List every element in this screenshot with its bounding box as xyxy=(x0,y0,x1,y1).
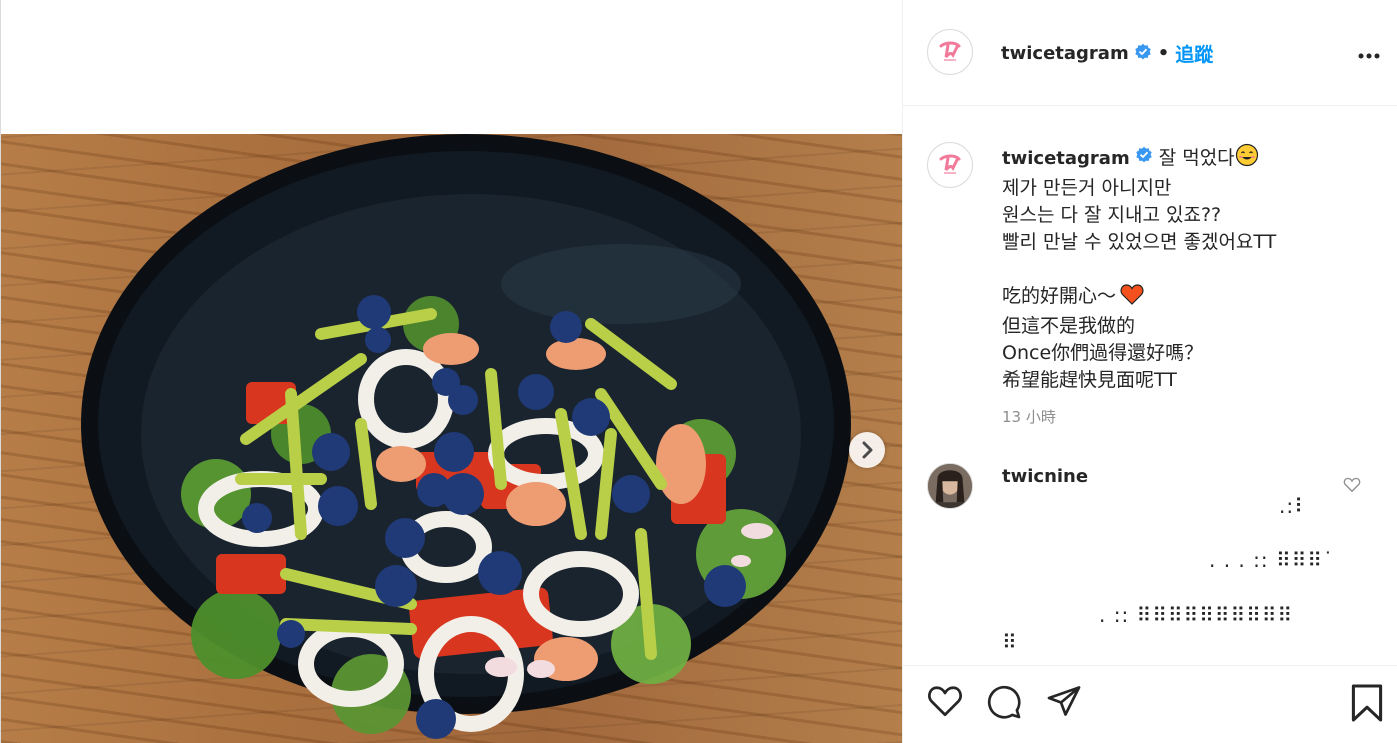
share-icon[interactable] xyxy=(1046,684,1082,722)
caption-line: 제가 만든거 아니지만 xyxy=(1002,177,1172,199)
verified-badge-icon xyxy=(1134,43,1152,65)
twice-logo-icon xyxy=(939,41,961,61)
caption-line: Once你們過得還好嗎？ xyxy=(1002,342,1204,364)
comment-icon[interactable] xyxy=(986,684,1022,724)
post-timestamp[interactable]: 13 小時 xyxy=(1002,406,1056,427)
caption-username[interactable]: twicetagram xyxy=(1002,148,1130,169)
smiling-face-emoji-icon xyxy=(1235,143,1259,175)
post-media xyxy=(0,0,902,743)
header-username[interactable]: twicetagram xyxy=(1001,43,1129,64)
comment-username[interactable]: twicnine xyxy=(1002,466,1088,487)
caption-line-heart: 吃的好開心～ xyxy=(1002,283,1372,313)
avatar[interactable] xyxy=(927,29,973,75)
twice-logo-icon xyxy=(939,154,961,174)
post-caption: twicetagram 잘 먹었다 제가 만든거 아니지만 원스는 다 잘 지내고… xyxy=(1002,143,1372,394)
like-icon[interactable] xyxy=(927,684,963,721)
caption-line xyxy=(1002,256,1372,283)
user-photo-icon xyxy=(928,464,972,508)
caption-line-first: twicetagram 잘 먹었다 xyxy=(1002,143,1372,175)
caption-avatar[interactable] xyxy=(927,142,973,188)
post-actions-bar xyxy=(903,665,1397,743)
salad-photo xyxy=(1,134,902,743)
follow-button[interactable]: 追蹤 xyxy=(1175,40,1213,67)
caption-line: 但這不是我做的 xyxy=(1002,315,1136,337)
comment-text-line: ⠿ xyxy=(1002,630,1018,654)
chevron-right-icon xyxy=(862,441,873,459)
more-options-icon[interactable] xyxy=(1358,44,1380,63)
comment-text-line: . :: ⠿⠿⠿⠿⠿⠿⠿⠿⠿⠿ xyxy=(1099,603,1294,627)
save-icon[interactable] xyxy=(1350,684,1384,726)
caption-line: 希望能趕快見面呢TT xyxy=(1002,369,1177,391)
comment-text-line: .:⠇ xyxy=(1279,494,1310,518)
header-user-row: twicetagram • 追蹤 xyxy=(1001,40,1213,67)
separator-dot: • xyxy=(1157,43,1170,64)
comment-text-line: . . . :: ⠿⠿⠿˙ xyxy=(1209,548,1334,572)
post-side-panel: twicetagram • 追蹤 twicetagram 잘 먹었다 제가 만든거… xyxy=(902,0,1397,743)
post-header: twicetagram • 追蹤 xyxy=(903,0,1397,106)
comment-like-icon[interactable] xyxy=(1343,476,1361,497)
orange-heart-emoji-icon xyxy=(1120,283,1144,313)
caption-line: 빨리 만날 수 있었으면 좋겠어요TT xyxy=(1002,231,1277,253)
caption-line: 원스는 다 잘 지내고 있죠?? xyxy=(1002,204,1222,226)
caption-text: 吃的好開心～ xyxy=(1002,285,1117,307)
comment-avatar[interactable] xyxy=(927,463,973,509)
verified-badge-icon xyxy=(1135,145,1153,172)
salad-bowl-image xyxy=(81,134,851,739)
next-image-button[interactable] xyxy=(849,432,885,468)
caption-text: 잘 먹었다 xyxy=(1158,147,1235,169)
